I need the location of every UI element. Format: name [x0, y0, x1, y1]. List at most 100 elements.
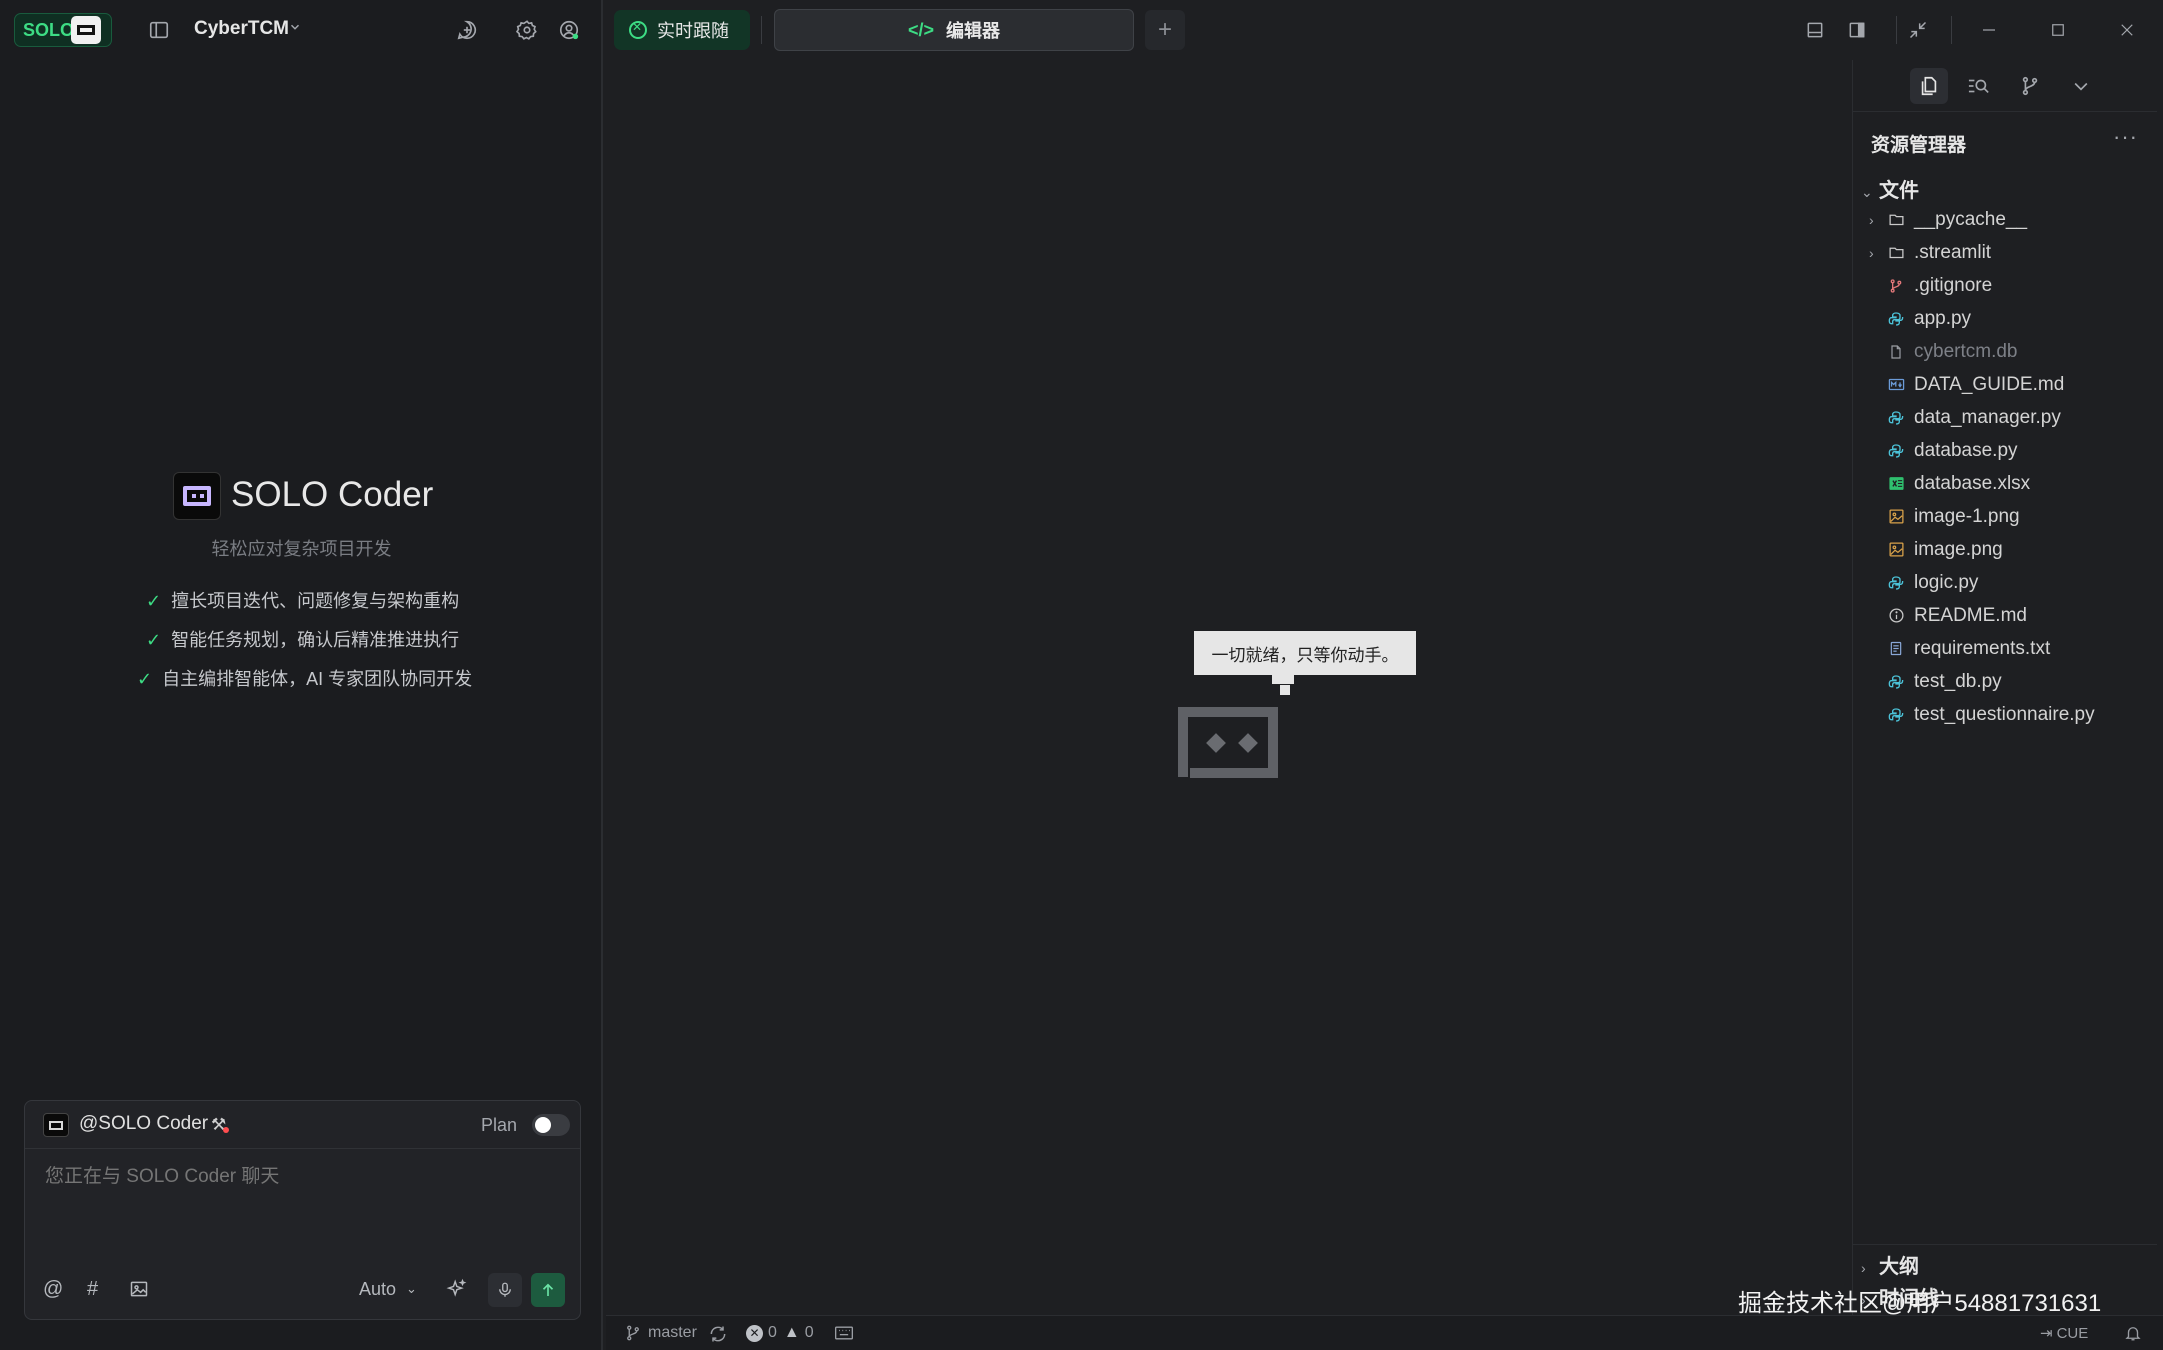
chat-input[interactable]: [43, 1165, 563, 1189]
status-bar: master ✕ 0 ▲ 0 ⇥ CUE: [606, 1315, 2163, 1350]
minimize-icon[interactable]: [1975, 16, 2003, 44]
hero-subtitle: 轻松应对复杂项目开发: [211, 539, 392, 559]
arrow-up-icon: [542, 1283, 554, 1296]
collapse-icon[interactable]: [1904, 16, 1932, 44]
chevron-right-icon[interactable]: ›: [1869, 212, 1874, 228]
microphone-icon: [499, 1282, 511, 1297]
check-icon: ✓: [146, 630, 162, 650]
agent-mention[interactable]: @SOLO Coder: [79, 1113, 208, 1135]
chevron-right-icon[interactable]: ›: [1869, 245, 1874, 261]
divider: [1853, 1244, 2157, 1245]
python-icon: [1887, 706, 1905, 724]
file-row[interactable]: data_manager.py: [1853, 401, 2157, 434]
sidebar-tabs: [1853, 60, 2157, 112]
file-row[interactable]: test_db.py: [1853, 665, 2157, 698]
file-row[interactable]: database.xlsx: [1853, 467, 2157, 500]
git-icon: [1887, 277, 1905, 295]
file-row[interactable]: requirements.txt: [1853, 632, 2157, 665]
section-files[interactable]: ⌄ 文件: [1861, 174, 1919, 203]
markdown-icon: [1887, 376, 1905, 394]
maximize-icon[interactable]: [2044, 16, 2072, 44]
files-tab-icon[interactable]: [1910, 68, 1948, 104]
divider: [1896, 16, 1897, 44]
python-icon: [1887, 673, 1905, 691]
folder-row[interactable]: › .streamlit: [1853, 236, 2157, 269]
file-row[interactable]: image.png: [1853, 533, 2157, 566]
source-control-tab-icon[interactable]: [2011, 68, 2049, 104]
file-row[interactable]: README.md: [1853, 599, 2157, 632]
account-icon[interactable]: [556, 17, 582, 43]
send-button[interactable]: [531, 1273, 565, 1307]
toggle-panel-right-icon[interactable]: [1843, 16, 1871, 44]
speech-bubble-tail: [1272, 675, 1294, 684]
file-name: requirements.txt: [1914, 637, 2051, 659]
editor-area[interactable]: 一切就绪，只等你动手。: [612, 60, 1846, 1315]
feature-text: 智能任务规划，确认后精准推进执行: [171, 630, 460, 650]
file-name: .streamlit: [1914, 241, 1992, 263]
image-icon: [1887, 541, 1905, 559]
live-follow-icon: [629, 20, 647, 39]
tools-icon[interactable]: ⚒: [211, 1115, 229, 1135]
image-icon: [1887, 508, 1905, 526]
tab-live-follow[interactable]: 实时跟随: [614, 10, 750, 50]
file-name: DATA_GUIDE.md: [1914, 373, 2065, 395]
branch-status[interactable]: master: [624, 1324, 697, 1342]
tab-editor[interactable]: </> 编辑器: [774, 9, 1134, 51]
empty-state-message: 一切就绪，只等你动手。: [1194, 631, 1416, 675]
speech-bubble-tail: [1280, 685, 1290, 695]
divider: [761, 16, 762, 44]
git-branch-icon: [627, 1325, 639, 1341]
chat-composer: @SOLO Coder ⚒ Plan @ # Auto ⌄: [24, 1100, 581, 1320]
agent-avatar-icon: [43, 1113, 69, 1137]
chevron-down-icon[interactable]: [288, 20, 302, 39]
hero-title: SOLO Coder: [231, 475, 434, 514]
file-name: database.xlsx: [1914, 472, 2031, 494]
new-chat-icon[interactable]: [454, 17, 480, 43]
file-row[interactable]: cybertcm.db: [1853, 335, 2157, 368]
more-options-icon[interactable]: ···: [2113, 124, 2138, 150]
file-name: logic.py: [1914, 571, 1979, 593]
file-row[interactable]: .gitignore: [1853, 269, 2157, 302]
python-icon: [1887, 409, 1905, 427]
sidebar-toggle-icon[interactable]: [146, 17, 172, 43]
file-row[interactable]: database.py: [1853, 434, 2157, 467]
add-tab-button[interactable]: +: [1145, 10, 1185, 50]
info-icon: [1887, 607, 1905, 625]
folder-icon: [1887, 244, 1905, 262]
search-tab-icon[interactable]: [1960, 68, 1998, 104]
file-row[interactable]: image-1.png: [1853, 500, 2157, 533]
toggle-panel-bottom-icon[interactable]: [1801, 16, 1829, 44]
microphone-button[interactable]: [488, 1273, 522, 1307]
chevron-down-icon: ⌄: [1861, 184, 1873, 200]
sync-icon[interactable]: [708, 1324, 728, 1344]
feature-text: 自主编排智能体，AI 专家团队协同开发: [162, 669, 473, 689]
plan-toggle[interactable]: [532, 1114, 570, 1136]
solo-logo-button[interactable]: SOLO: [14, 13, 112, 47]
file-name: image-1.png: [1914, 505, 2020, 527]
hash-button[interactable]: #: [87, 1273, 98, 1305]
cue-status[interactable]: ⇥ CUE: [2040, 1324, 2088, 1343]
close-icon[interactable]: [2113, 16, 2141, 44]
keyboard-icon[interactable]: [834, 1324, 854, 1342]
file-icon: [1887, 343, 1905, 361]
notifications-bell-icon[interactable]: [2124, 1324, 2142, 1342]
sparkle-enhance-icon[interactable]: [446, 1273, 468, 1305]
mention-button[interactable]: @: [43, 1273, 63, 1305]
problems-status[interactable]: ✕ 0 ▲ 0: [746, 1324, 814, 1342]
chevron-down-icon[interactable]: [2062, 68, 2100, 104]
folder-row[interactable]: › __pycache__: [1853, 203, 2157, 236]
project-name[interactable]: CyberTCM: [194, 18, 289, 40]
model-select-value: Auto: [359, 1278, 397, 1299]
file-row[interactable]: logic.py: [1853, 566, 2157, 599]
feature-item: ✓ 自主编排智能体，AI 专家团队协同开发: [137, 665, 472, 691]
file-row[interactable]: DATA_GUIDE.md: [1853, 368, 2157, 401]
settings-gear-icon[interactable]: [514, 17, 540, 43]
file-row[interactable]: app.py: [1853, 302, 2157, 335]
chat-panel: SOLO CyberTCM SOLO Coder 轻松应对复杂项目开发 ✓ 擅长项…: [0, 0, 603, 1350]
model-select[interactable]: Auto ⌄: [359, 1273, 417, 1305]
folder-icon: [1887, 211, 1905, 229]
solo-logo-text: SOLO: [23, 19, 75, 40]
section-outline[interactable]: › 大纲: [1861, 1250, 1919, 1279]
image-upload-icon[interactable]: [129, 1273, 149, 1305]
file-row[interactable]: test_questionnaire.py: [1853, 698, 2157, 731]
